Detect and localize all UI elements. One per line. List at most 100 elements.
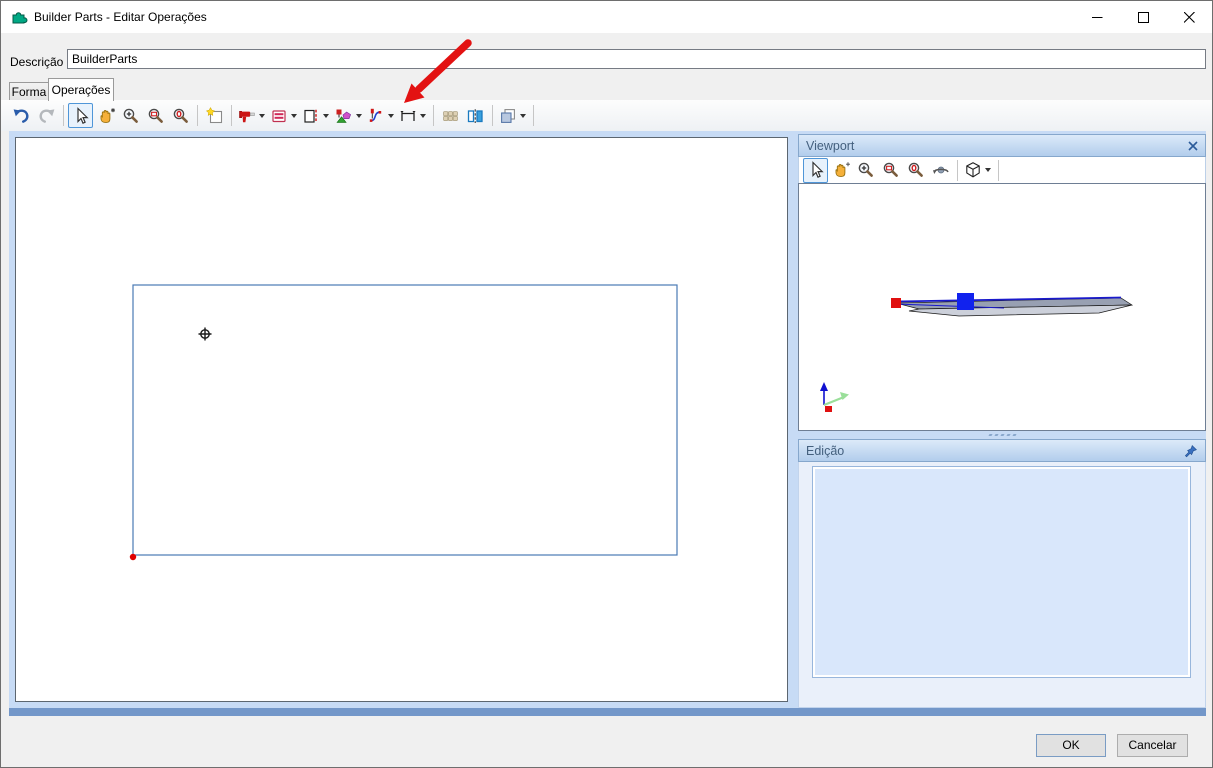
viewport-panel-header[interactable]: Viewport <box>798 134 1206 157</box>
red-handle <box>891 298 901 308</box>
bottom-blue-bar <box>9 708 1206 716</box>
blue-handle <box>957 293 974 310</box>
zoom-window-button[interactable] <box>143 103 168 128</box>
panel-splitter[interactable] <box>798 431 1206 439</box>
pan-tool-button[interactable] <box>93 103 118 128</box>
panel-sections-button[interactable] <box>268 103 300 128</box>
viewport-toolbar <box>798 157 1206 183</box>
dropdown-caret <box>323 113 329 118</box>
shapes-icon <box>336 109 352 123</box>
tab-operacoes[interactable]: Operações <box>48 78 114 101</box>
pan-hand-icon <box>100 107 115 123</box>
tab-forma[interactable]: Forma <box>9 82 49 100</box>
dimension-icon <box>400 110 416 121</box>
zoom-fit-icon <box>173 108 188 123</box>
dropdown-caret <box>388 113 394 118</box>
viewport-3d-view[interactable] <box>798 183 1206 431</box>
window-title: Builder Parts - Editar Operações <box>34 10 207 24</box>
zoom-in-icon <box>858 162 873 177</box>
new-sketch-button[interactable] <box>202 103 227 128</box>
zoom-in-icon <box>123 108 138 123</box>
shapes-tool-button[interactable] <box>332 103 365 128</box>
layers-icon <box>501 108 515 123</box>
zoom-window-icon <box>148 108 163 123</box>
undo-button[interactable] <box>9 103 34 128</box>
toolbar-separator <box>957 159 958 181</box>
redo-button[interactable] <box>34 103 59 128</box>
vp-zoom-in-button[interactable] <box>853 158 878 183</box>
edicao-panel-body <box>798 462 1206 708</box>
dropdown-caret <box>259 113 265 118</box>
redo-icon <box>39 108 55 123</box>
toolbar-separator <box>231 105 232 126</box>
origin-point <box>129 553 137 561</box>
vp-zoom-window-button[interactable] <box>878 158 903 183</box>
edge-band-button[interactable] <box>300 103 332 128</box>
vp-zoom-fit-button[interactable] <box>903 158 928 183</box>
pin-icon[interactable] <box>1184 444 1198 458</box>
sketch-canvas-frame <box>9 131 794 708</box>
main-region: Viewport Edição <box>9 131 1206 716</box>
puzzle-piece-icon <box>10 8 28 26</box>
panel-sections-icon <box>272 109 286 122</box>
ok-button[interactable]: OK <box>1036 734 1106 757</box>
vp-view-cube-button[interactable] <box>962 158 994 183</box>
mirror-button[interactable] <box>463 103 488 128</box>
vp-orbit-button[interactable] <box>928 158 953 183</box>
toolbar-separator <box>63 105 64 126</box>
dialog-window: Builder Parts - Editar Operações Descriç… <box>0 0 1213 768</box>
viewport-3d-drawing <box>820 293 1134 412</box>
viewport-close-icon[interactable] <box>1188 140 1198 151</box>
bricks-icon <box>443 110 458 121</box>
description-input[interactable] <box>67 49 1206 69</box>
edicao-title: Edição <box>806 443 845 458</box>
edge-band-icon <box>304 109 317 123</box>
sketch-canvas[interactable] <box>15 137 788 702</box>
bricks-button[interactable] <box>438 103 463 128</box>
side-panels: Viewport Edição <box>798 134 1206 708</box>
toolbar-separator <box>197 105 198 126</box>
toolbar-separator <box>492 105 493 126</box>
vp-pan-tool-button[interactable] <box>828 158 853 183</box>
zoom-fit-icon <box>908 162 923 177</box>
curve-tool-button[interactable] <box>365 103 397 128</box>
dropdown-caret <box>291 113 297 118</box>
undo-icon <box>13 108 29 123</box>
minimize-button[interactable] <box>1074 1 1120 33</box>
description-label: Descrição <box>10 55 64 69</box>
curve-icon <box>369 108 382 122</box>
maximize-button[interactable] <box>1120 1 1166 33</box>
cursor-icon <box>76 106 89 124</box>
zoom-in-button[interactable] <box>118 103 143 128</box>
close-button[interactable] <box>1166 1 1212 33</box>
sketch-drawing <box>129 284 678 561</box>
zoom-window-icon <box>883 162 898 177</box>
crosshair-target-symbol <box>198 327 212 341</box>
new-sketch-icon <box>205 106 222 123</box>
dropdown-caret <box>356 113 362 118</box>
toolbar-separator <box>533 105 534 126</box>
pan-hand-icon <box>835 162 850 177</box>
view-cube-icon <box>966 162 980 178</box>
select-tool-button[interactable] <box>68 103 93 128</box>
viewport-title: Viewport <box>806 138 855 153</box>
cursor-icon <box>811 161 824 179</box>
dropdown-caret <box>420 113 426 118</box>
drill-icon <box>239 110 255 122</box>
edicao-properties-area[interactable] <box>812 466 1191 678</box>
toolbar-separator <box>998 159 999 181</box>
layers-button[interactable] <box>497 103 529 128</box>
mirror-icon <box>467 108 483 123</box>
orbit-icon <box>932 166 949 174</box>
zoom-fit-button[interactable] <box>168 103 193 128</box>
operations-toolbar <box>1 100 1212 131</box>
vp-select-tool-button[interactable] <box>803 157 828 183</box>
title-bar[interactable]: Builder Parts - Editar Operações <box>1 1 1212 33</box>
cancel-button[interactable]: Cancelar <box>1117 734 1188 757</box>
dropdown-caret <box>520 113 526 118</box>
toolbar-separator <box>433 105 434 126</box>
axis-triad <box>820 382 849 412</box>
drill-tool-button[interactable] <box>236 103 268 128</box>
dimension-tool-button[interactable] <box>397 103 429 128</box>
edicao-panel-header[interactable]: Edição <box>798 439 1206 462</box>
